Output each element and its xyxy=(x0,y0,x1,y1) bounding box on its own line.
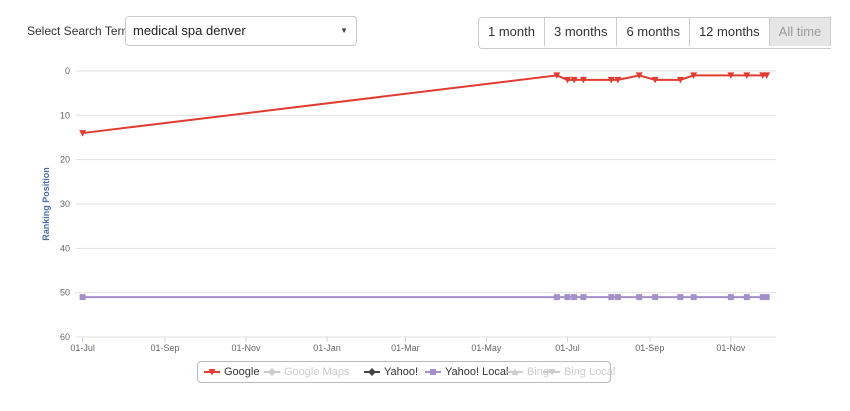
y-tick-label: 0 xyxy=(65,66,70,76)
y-tick-label: 50 xyxy=(60,288,70,298)
x-tick-label: 01-May xyxy=(471,343,502,353)
data-point xyxy=(614,294,621,301)
legend-symbol xyxy=(204,369,220,376)
legend-symbol xyxy=(425,369,441,375)
legend-item[interactable]: Google Maps xyxy=(264,364,349,380)
data-point xyxy=(636,294,643,301)
chart-legend: Google Google Maps Yahoo! Yahoo! Local Bing B… xyxy=(197,361,615,383)
x-tick-label: 01-Nov xyxy=(716,343,746,353)
data-point xyxy=(571,294,578,301)
series-line xyxy=(82,74,767,135)
data-point xyxy=(690,294,697,301)
data-point xyxy=(79,294,86,301)
legend-symbol xyxy=(264,368,280,376)
y-axis-title: Ranking Position xyxy=(41,167,51,241)
data-point xyxy=(553,294,560,301)
data-point xyxy=(564,294,571,301)
legend-symbol xyxy=(544,369,560,376)
data-point xyxy=(608,294,615,301)
ranking-chart: 0 10 20 30 40 50 60 01-Jul 01-Sep 01-Nov 01-Jan 01-… xyxy=(0,0,850,406)
legend-item[interactable]: Google xyxy=(204,364,259,380)
legend-label: Bing Local xyxy=(564,366,616,378)
legend-item[interactable]: Yahoo! Local xyxy=(425,364,508,380)
x-tick-label: 01-Nov xyxy=(232,343,262,353)
x-tick-label: 01-Jul xyxy=(70,343,95,353)
x-tick-label: 01-Sep xyxy=(635,343,664,353)
x-tick-label: 01-Jan xyxy=(313,343,341,353)
legend-label: Google xyxy=(224,366,260,378)
legend-label: Google Maps xyxy=(284,366,350,378)
data-point xyxy=(580,294,587,301)
legend-label: Yahoo! Local xyxy=(445,366,509,378)
ranking-chart-svg: 010203040506001-Jul 01-Sep 01-Nov 01-Jan 01-… xyxy=(41,66,776,353)
legend-symbol xyxy=(364,368,380,376)
legend-item[interactable]: Bing Local xyxy=(544,364,615,380)
legend-symbol xyxy=(507,368,523,375)
legend-item[interactable]: Bing xyxy=(507,364,549,380)
data-point xyxy=(727,294,734,301)
x-tick-label: 01-Sep xyxy=(150,343,179,353)
y-tick-label: 20 xyxy=(60,155,70,165)
x-tick-label: 01-Mar xyxy=(391,343,420,353)
data-point xyxy=(743,294,750,301)
y-tick-label: 40 xyxy=(60,243,70,253)
y-tick-label: 10 xyxy=(60,110,70,120)
legend-label: Yahoo! xyxy=(384,366,419,378)
y-tick-label: 60 xyxy=(60,332,70,342)
data-point xyxy=(652,294,659,301)
data-point xyxy=(763,294,770,301)
y-tick-label: 30 xyxy=(60,199,70,209)
data-point xyxy=(677,294,684,301)
legend-item[interactable]: Yahoo! xyxy=(364,364,418,380)
x-tick-label: 01-Jul xyxy=(555,343,580,353)
